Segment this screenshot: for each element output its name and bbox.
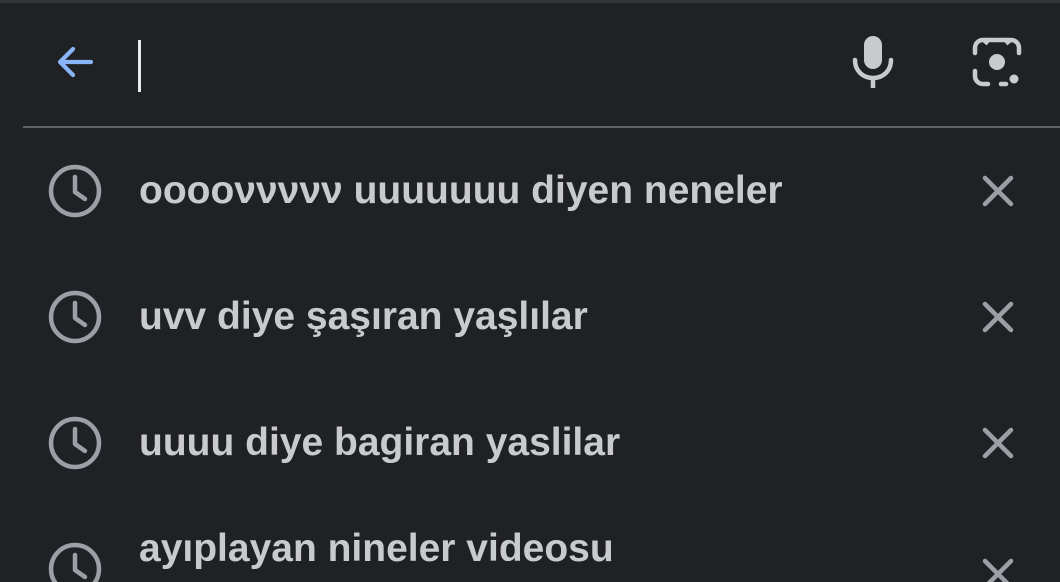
search-bar [0,3,1060,126]
close-x-icon [982,301,1014,333]
clock-history-icon [48,290,102,344]
list-item[interactable]: uvv diye şaşıran yaşlılar [0,254,1060,380]
suggestion-text: uvv diye şaşıran yaşlılar [139,295,588,338]
microphone-icon [852,36,894,88]
remove-suggestion-button[interactable] [970,289,1026,345]
search-input[interactable] [136,31,816,95]
back-button[interactable] [40,27,110,97]
list-item[interactable]: ayıplayan nineler videosu [0,506,1060,582]
camera-lens-icon [972,37,1022,87]
clock-history-icon [48,164,102,218]
voice-search-button[interactable] [838,27,908,97]
clock-history-icon [48,416,102,470]
remove-suggestion-button[interactable] [970,415,1026,471]
clock-history-icon [48,542,102,582]
list-item[interactable]: ooooννννν uuuuuuu diyen neneler [0,128,1060,254]
suggestion-text: ooooννννν uuuuuuu diyen neneler [139,169,783,212]
suggestion-text: uuuu diye bagiran yaslilar [139,421,621,464]
arrow-back-icon [57,46,94,78]
close-x-icon [982,427,1014,459]
close-x-icon [982,175,1014,207]
list-item[interactable]: uuuu diye bagiran yaslilar [0,380,1060,506]
close-x-icon [982,558,1014,582]
suggestion-text: ayıplayan nineler videosu [139,527,614,570]
remove-suggestion-button[interactable] [970,546,1026,582]
image-search-button[interactable] [962,27,1032,97]
text-cursor [138,40,141,92]
remove-suggestion-button[interactable] [970,163,1026,219]
